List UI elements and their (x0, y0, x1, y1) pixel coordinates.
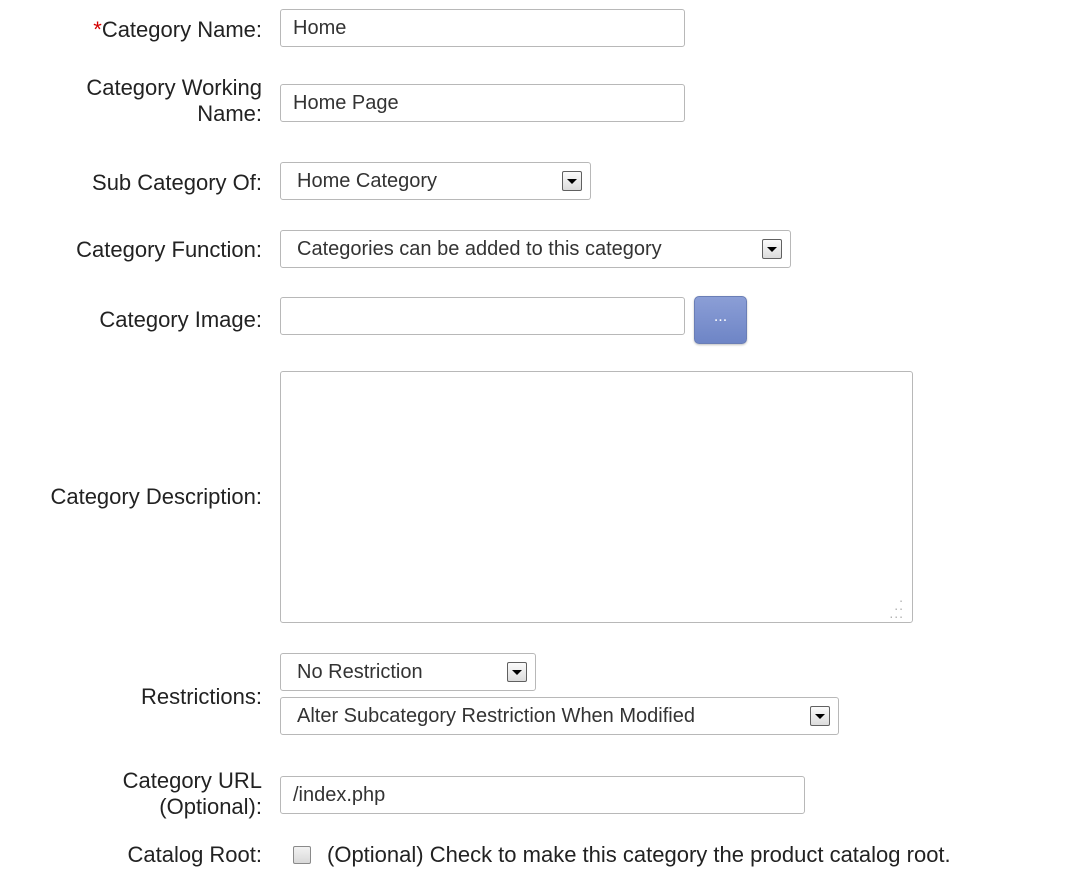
working-name-input[interactable] (280, 84, 685, 122)
category-image-input[interactable] (280, 297, 685, 335)
category-function-label: Category Function: (76, 237, 262, 262)
chevron-down-icon[interactable] (562, 171, 582, 191)
resize-grip-icon[interactable]: . .. ... (876, 590, 904, 620)
category-description-textarea[interactable] (280, 371, 913, 623)
catalog-root-description: (Optional) Check to make this category t… (327, 842, 951, 867)
working-name-label: Category Working Name: (86, 75, 262, 126)
restriction-select[interactable]: No Restriction (280, 653, 536, 691)
category-image-label: Category Image: (99, 307, 262, 332)
subcategory-restriction-select[interactable]: Alter Subcategory Restriction When Modif… (280, 697, 839, 735)
category-name-label: *Category Name: (93, 17, 262, 42)
catalog-root-label: Catalog Root: (127, 842, 262, 867)
category-name-input[interactable] (280, 9, 685, 47)
category-function-value: Categories can be added to this category (297, 238, 662, 260)
restrictions-label: Restrictions: (140, 684, 262, 709)
restriction-value: No Restriction (297, 661, 423, 683)
category-description-label: Category Description: (50, 484, 262, 509)
sub-category-label: Sub Category Of: (92, 170, 262, 195)
subcategory-restriction-value: Alter Subcategory Restriction When Modif… (297, 705, 695, 727)
catalog-root-checkbox[interactable] (293, 846, 311, 864)
chevron-down-icon[interactable] (507, 662, 527, 682)
chevron-down-icon[interactable] (762, 239, 782, 259)
browse-image-button[interactable]: ... (694, 296, 747, 344)
category-url-label: Category URL (Optional): (122, 768, 262, 819)
required-marker: * (93, 17, 102, 42)
category-url-input[interactable] (280, 776, 805, 814)
category-function-select[interactable]: Categories can be added to this category (280, 230, 791, 268)
sub-category-select[interactable]: Home Category (280, 162, 591, 200)
sub-category-value: Home Category (297, 170, 438, 192)
chevron-down-icon[interactable] (810, 706, 830, 726)
